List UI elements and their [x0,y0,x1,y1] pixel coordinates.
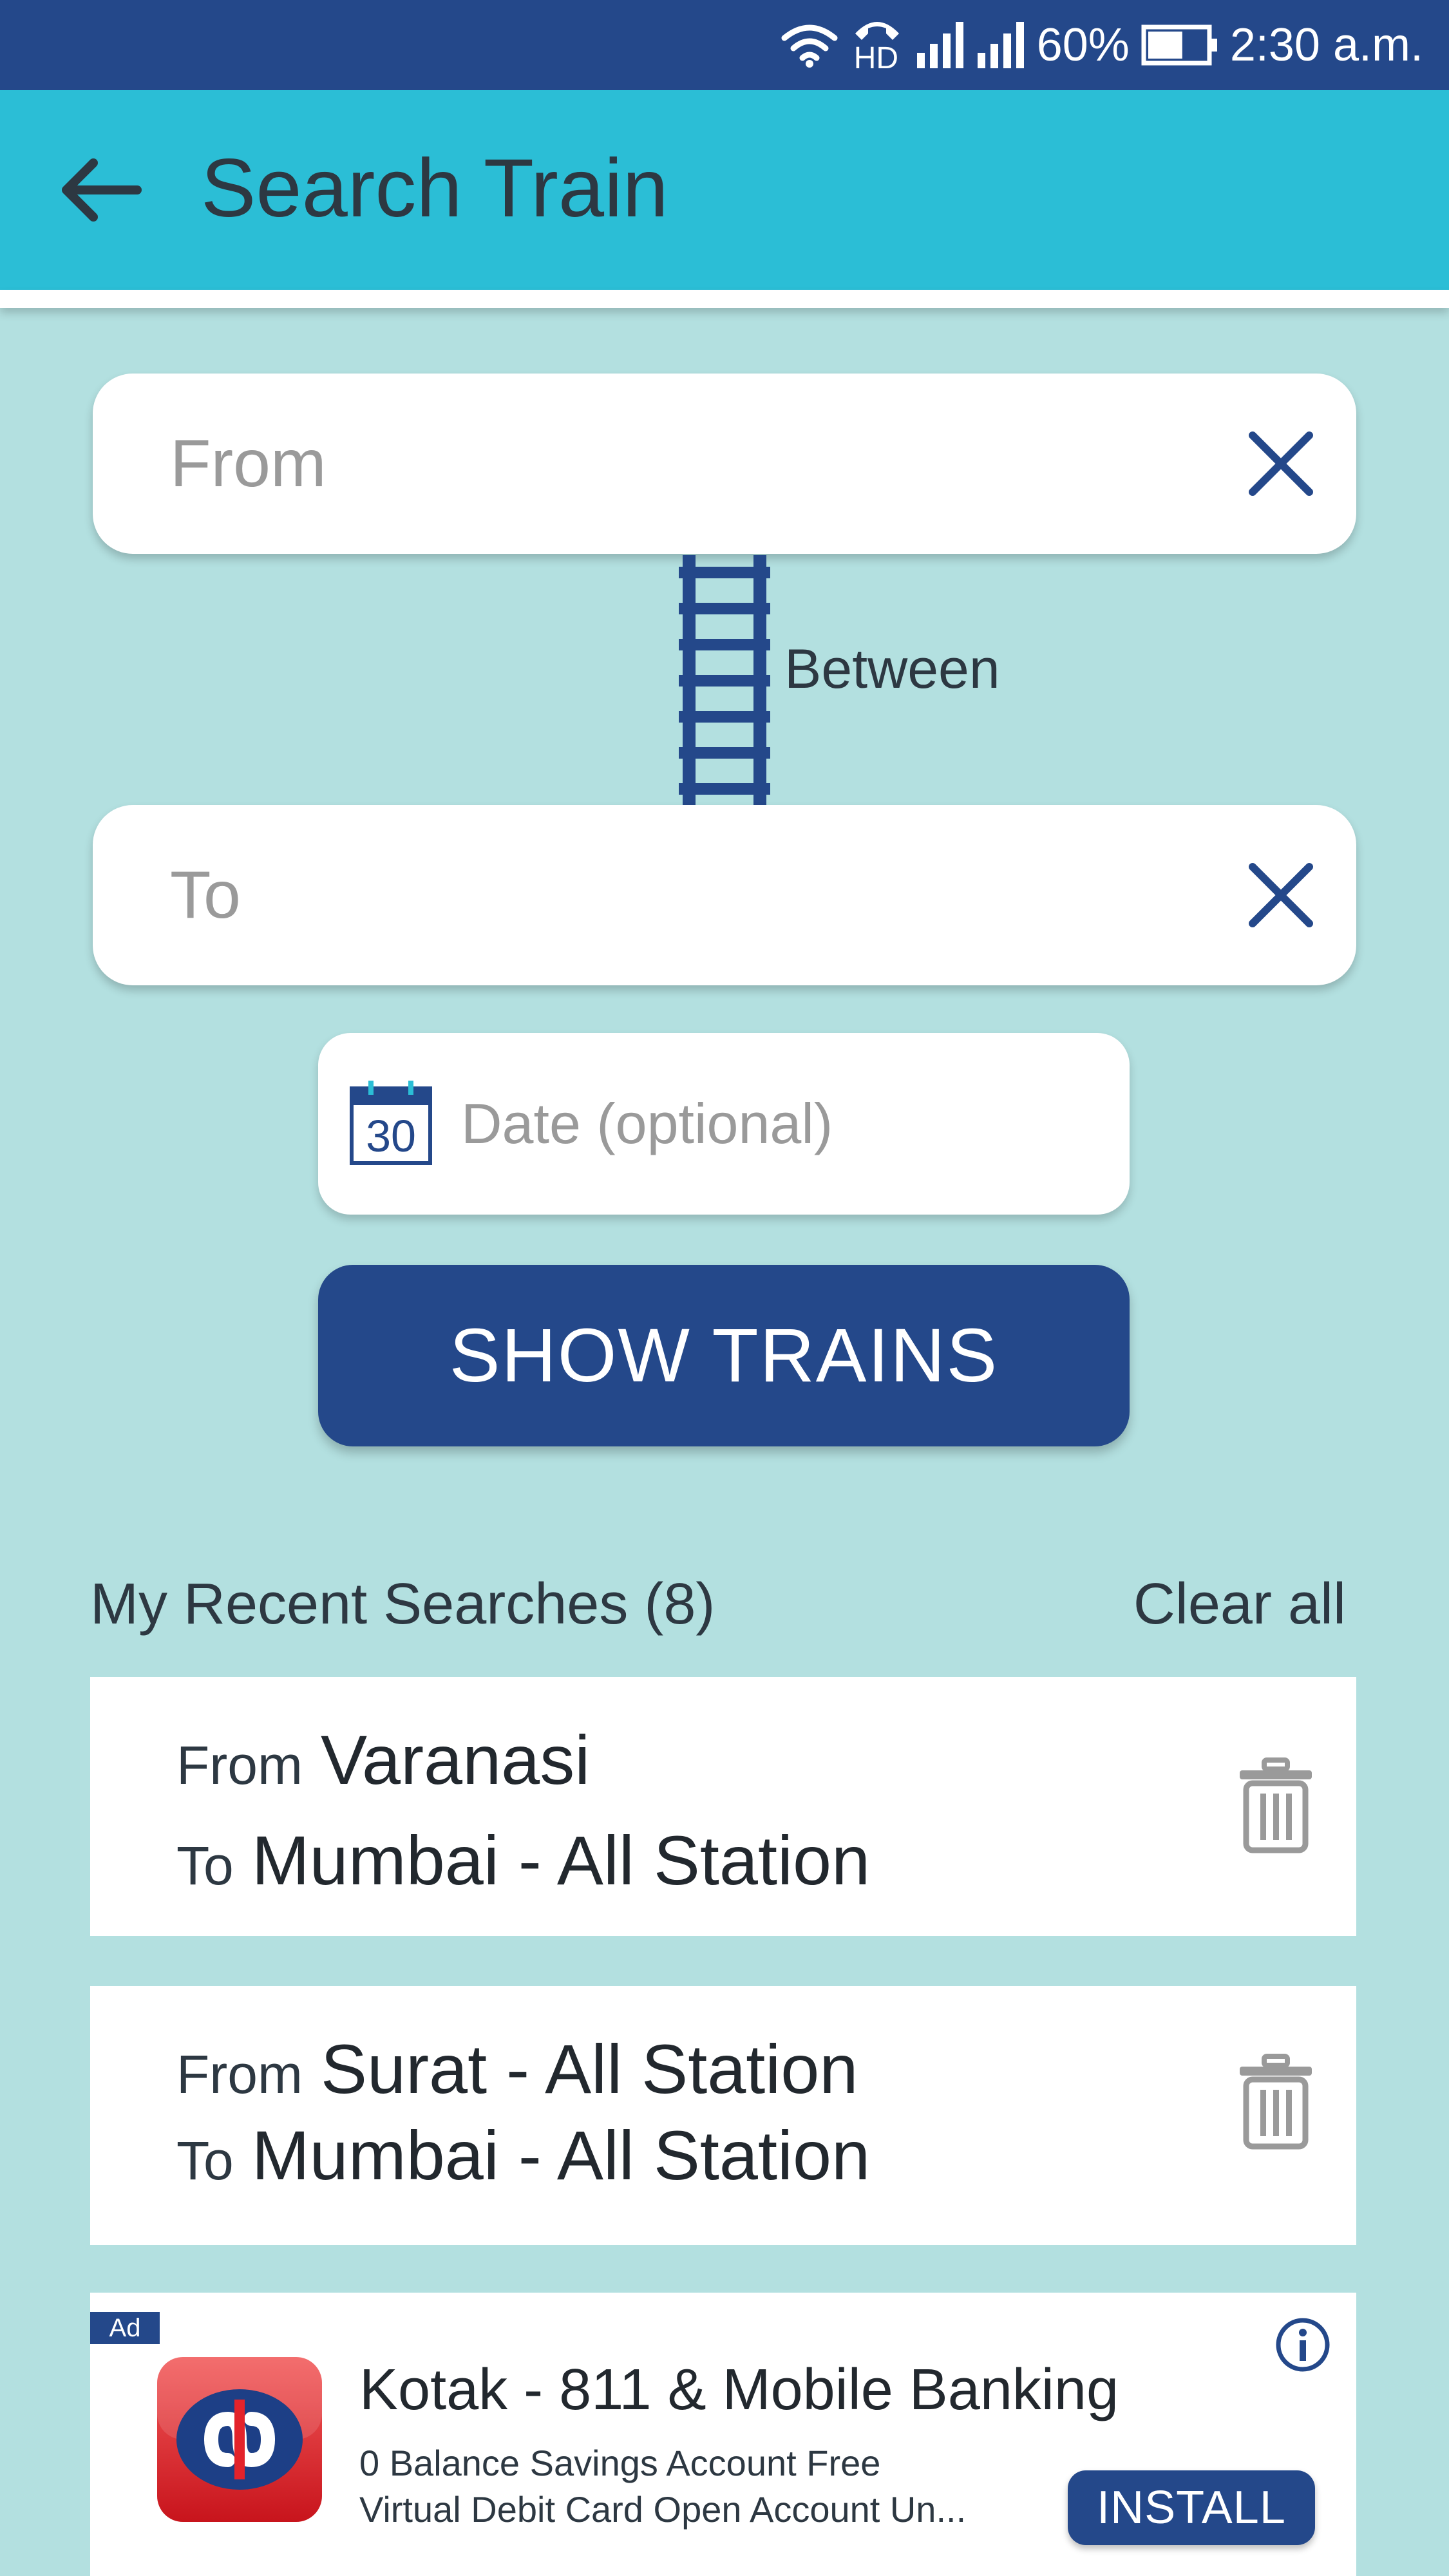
to-label: To [176,2130,234,2191]
recent-search-item[interactable]: From Surat - All Station To Mumbai - All… [90,1986,1356,2245]
clear-icon [1249,431,1313,496]
from-input[interactable]: From [170,374,327,554]
status-icons: HD 60% 2:30 a.m. [781,0,1423,90]
recent-from-line: From Varanasi [176,1719,590,1800]
battery-icon [1141,24,1217,66]
app-bar-divider [0,290,1449,308]
from-label: From [176,2044,303,2105]
ad-title: Kotak - 811 & Mobile Banking [359,2358,1119,2422]
to-field[interactable]: To [93,805,1356,985]
delete-recent-button[interactable] [1234,2050,1318,2154]
calendar-icon: 30 [350,1081,432,1165]
to-value: Mumbai - All Station [251,2116,871,2194]
signal-icon [916,22,963,68]
back-arrow-icon [62,158,142,222]
to-value: Mumbai - All Station [251,1821,871,1899]
recent-searches-heading: My Recent Searches (8) [90,1572,715,1636]
ad-badge: Ad [90,2312,160,2344]
clear-all-button[interactable]: Clear all [1133,1571,1346,1638]
hd-label: HD [853,41,899,75]
show-trains-button[interactable]: SHOW TRAINS [318,1265,1130,1446]
from-label: From [176,1735,303,1795]
install-button[interactable]: INSTALL [1068,2470,1315,2545]
clear-from-button[interactable] [1239,422,1323,506]
status-bar: HD 60% 2:30 a.m. [0,0,1449,90]
hd-call-icon: HD [850,13,904,77]
status-time: 2:30 a.m. [1229,19,1423,71]
date-input[interactable]: Date (optional) [461,1033,833,1215]
from-value: Surat - All Station [320,2030,858,2108]
calendar-day: 30 [366,1111,416,1161]
signal-icon [977,22,1024,68]
date-field[interactable]: 30 Date (optional) [318,1033,1130,1215]
railway-track-icon [679,555,770,805]
ad-description-line: 0 Balance Savings Account Free [359,2443,881,2483]
delete-recent-button[interactable] [1234,1754,1318,1857]
ad-description-line: Virtual Debit Card Open Account Un... [359,2489,967,2530]
recent-to-line: To Mumbai - All Station [176,1820,870,1900]
back-button[interactable] [52,142,148,238]
ad-card[interactable]: Ad Kotak - 811 & Mobile Banking 0 Balanc… [90,2293,1356,2576]
recent-to-line: To Mumbai - All Station [176,2115,870,2195]
clear-to-button[interactable] [1239,853,1323,937]
from-value: Varanasi [320,1721,591,1799]
recent-from-line: From Surat - All Station [176,2029,858,2109]
to-label: To [176,1835,234,1896]
battery-percent: 60% [1036,19,1130,71]
trash-icon [1240,2054,1312,2150]
clear-icon [1249,863,1313,927]
page-title: Search Train [201,142,668,234]
to-input[interactable]: To [170,805,241,985]
wifi-icon [781,24,838,68]
kotak-logo [157,2357,322,2522]
between-label: Between [784,638,1000,700]
trash-icon [1240,1757,1312,1853]
from-field[interactable]: From [93,374,1356,554]
recent-search-item[interactable]: From Varanasi To Mumbai - All Station [90,1677,1356,1936]
info-icon[interactable] [1274,2316,1332,2374]
